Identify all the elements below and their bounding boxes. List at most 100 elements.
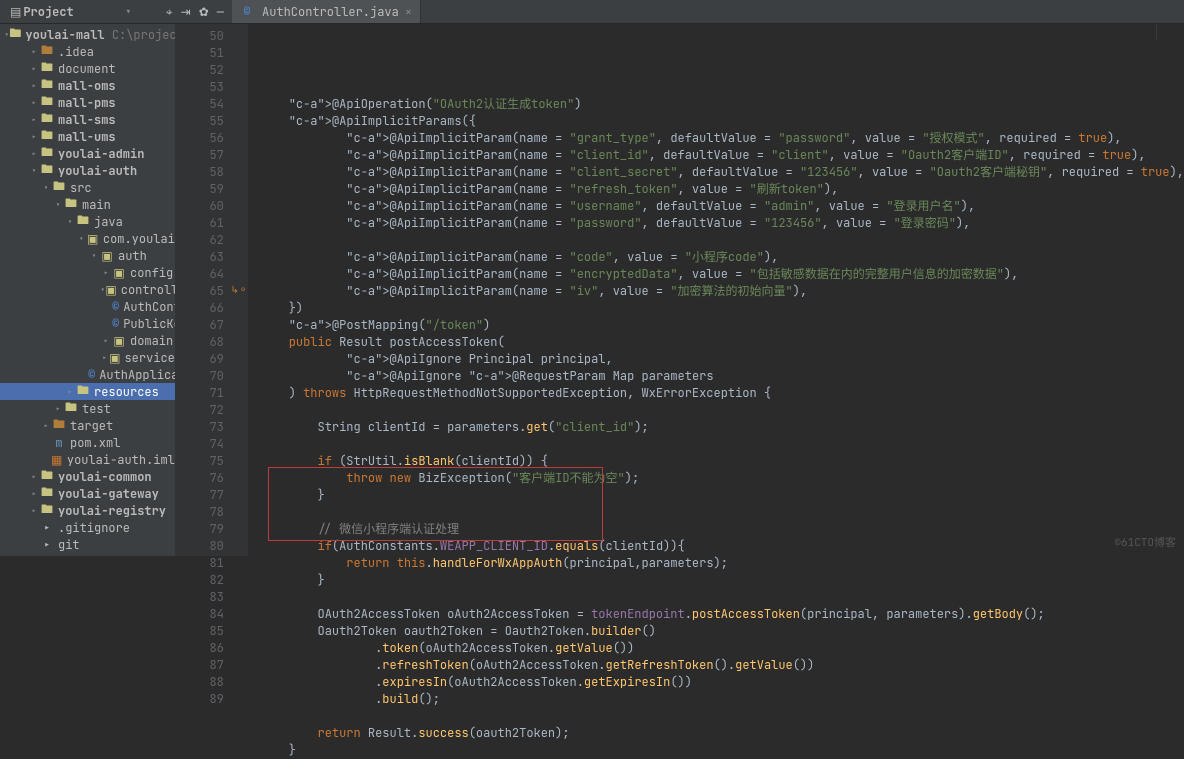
tree-item[interactable]: ▸🖿mall-pms bbox=[0, 94, 175, 111]
tree-item[interactable]: ▾▣controller bbox=[0, 281, 175, 298]
expand-icon[interactable]: ▾ bbox=[28, 165, 40, 177]
tree-item[interactable]: ▸🖿document bbox=[0, 60, 175, 77]
tree-label: PublicKeyController bbox=[123, 316, 175, 332]
expand-icon[interactable]: ▸ bbox=[28, 46, 40, 58]
expand-icon[interactable]: ▸ bbox=[28, 63, 40, 75]
expand-icon[interactable]: ▸ bbox=[28, 131, 40, 143]
fold-icon: 🖿 bbox=[40, 504, 54, 518]
tree-item[interactable]: ▾🖿youlai-auth bbox=[0, 162, 175, 179]
tree-label: mall-oms bbox=[58, 78, 116, 94]
tree-item[interactable]: m pom.xml bbox=[0, 434, 175, 451]
tree-item[interactable]: © PublicKeyController bbox=[0, 315, 175, 332]
code-editor[interactable]: 5051525354555657585960616263646566676869… bbox=[175, 24, 1184, 556]
fold-icon: 🖿 bbox=[64, 198, 78, 212]
fold-icon: 🖿 bbox=[9, 28, 21, 42]
tree-item[interactable]: ▸🖿mall-ums bbox=[0, 128, 175, 145]
tree-item[interactable]: ©AuthController bbox=[0, 298, 175, 315]
expand-icon[interactable]: ▾ bbox=[88, 250, 100, 262]
fold-icon: 🖿 bbox=[40, 487, 54, 501]
file-icon: ▸ bbox=[40, 538, 54, 552]
tree-label: com.youlai bbox=[103, 231, 175, 247]
expand-icon[interactable]: ▸ bbox=[52, 403, 64, 415]
tree-item[interactable]: ▾🖿src bbox=[0, 179, 175, 196]
tree-item[interactable]: ▦youlai-auth.iml bbox=[0, 451, 175, 468]
expand-icon[interactable]: ▸ bbox=[64, 386, 76, 398]
locate-icon[interactable]: ⌖ bbox=[166, 4, 173, 20]
cls-icon: © bbox=[112, 317, 119, 331]
project-tool-header: ▤ Project ▾ ⌖ ⇥ ✿ — bbox=[0, 0, 232, 23]
tree-item[interactable]: ▸🖿youlai-admin bbox=[0, 145, 175, 162]
tree-item[interactable]: ▸🖿.idea bbox=[0, 43, 175, 60]
collapse-icon[interactable]: ⇥ bbox=[181, 4, 191, 20]
pkg-icon: ▣ bbox=[105, 283, 116, 297]
expand-icon[interactable]: ▾ bbox=[52, 199, 64, 211]
expand-icon[interactable]: ▸ bbox=[28, 114, 40, 126]
pkg-icon: ▣ bbox=[112, 266, 126, 280]
tree-item[interactable]: ▸🖿 target bbox=[0, 417, 175, 434]
pkg-icon: ▣ bbox=[87, 232, 99, 246]
tree-label: mall-sms bbox=[58, 112, 116, 128]
tree-label: youlai-gateway bbox=[58, 486, 159, 502]
expand-icon[interactable]: ▸ bbox=[100, 352, 109, 364]
fold-icon: 🖿 bbox=[40, 113, 54, 127]
file-y-icon: ▦ bbox=[51, 453, 63, 467]
tree-label: AuthApplication bbox=[99, 367, 175, 383]
tree-label: document bbox=[58, 61, 116, 77]
tree-label: test bbox=[82, 401, 111, 417]
gear-icon[interactable]: ✿ bbox=[199, 4, 209, 20]
tree-label: .idea bbox=[58, 44, 94, 60]
expand-icon[interactable]: ▸ bbox=[100, 335, 112, 347]
expand-icon[interactable]: ▾ bbox=[76, 233, 87, 245]
expand-icon[interactable]: ▸ bbox=[28, 80, 40, 92]
tree-item[interactable]: ▸🖿test bbox=[0, 400, 175, 417]
tree-item[interactable]: ▸.gitignore bbox=[0, 519, 175, 536]
file-icon: ▸ bbox=[40, 521, 54, 535]
tree-label: java bbox=[94, 214, 123, 230]
chevron-down-icon[interactable]: ▾ bbox=[125, 4, 132, 20]
tree-item[interactable]: ▸▣domain bbox=[0, 332, 175, 349]
tree-item[interactable]: ▾🖿java bbox=[0, 213, 175, 230]
tree-label: youlai-common bbox=[58, 469, 152, 485]
close-icon[interactable]: × bbox=[405, 4, 412, 20]
tree-label: pom.xml bbox=[70, 435, 120, 451]
fold-icon: 🖿 bbox=[76, 385, 90, 399]
tree-item[interactable]: ▸▣ config bbox=[0, 264, 175, 281]
tree-item[interactable]: ▸🖿resources bbox=[0, 383, 175, 400]
tree-item[interactable]: ▸▣service bbox=[0, 349, 175, 366]
fold-icon: 🖿 bbox=[40, 79, 54, 93]
fold-ex-icon: 🖿 bbox=[52, 419, 66, 433]
expand-icon[interactable]: ▸ bbox=[28, 488, 40, 500]
tree-item[interactable]: ▸🖿 youlai-common bbox=[0, 468, 175, 485]
tree-item[interactable]: ▸🖿youlai-registry bbox=[0, 502, 175, 519]
hide-icon[interactable]: — bbox=[217, 4, 224, 20]
project-tree[interactable]: ▾🖿youlai-mall C:\projects\java\mall\youl… bbox=[0, 24, 175, 556]
class-file-icon: © bbox=[240, 5, 254, 19]
tree-label: youlai-auth bbox=[58, 163, 137, 179]
expand-icon[interactable]: ▾ bbox=[40, 182, 52, 194]
project-icon: ▤ bbox=[10, 4, 21, 20]
expand-icon[interactable]: ▾ bbox=[64, 216, 76, 228]
tree-item[interactable]: ▸git bbox=[0, 536, 175, 553]
fold-icon: 🖿 bbox=[40, 470, 54, 484]
pkg-icon: ▣ bbox=[109, 351, 120, 365]
expand-icon[interactable]: ▸ bbox=[40, 420, 52, 432]
expand-icon[interactable]: ▸ bbox=[28, 471, 40, 483]
code-area[interactable]: "c-a">@ApiOperation("OAuth2认证生成token") "… bbox=[248, 24, 1184, 556]
tab-authcontroller[interactable]: © AuthController.java × bbox=[232, 0, 421, 23]
tree-item[interactable]: ▸🖿 mall-oms bbox=[0, 77, 175, 94]
ruler-line bbox=[1156, 24, 1157, 41]
tree-item[interactable]: ▾🖿youlai-mall C:\projects\java\mall\youl… bbox=[0, 26, 175, 43]
tree-item[interactable]: ▾▣auth bbox=[0, 247, 175, 264]
tree-label: target bbox=[70, 418, 113, 434]
file-m-icon: m bbox=[52, 436, 66, 450]
expand-icon[interactable]: ▸ bbox=[28, 505, 40, 517]
expand-icon[interactable]: ▸ bbox=[100, 267, 112, 279]
expand-icon[interactable]: ▸ bbox=[28, 148, 40, 160]
tree-item[interactable]: ▸🖿 youlai-gateway bbox=[0, 485, 175, 502]
tree-item[interactable]: ▸🖿 mall-sms bbox=[0, 111, 175, 128]
tree-label: mall-ums bbox=[58, 129, 116, 145]
tree-item[interactable]: ▾▣ com.youlai bbox=[0, 230, 175, 247]
expand-icon[interactable]: ▸ bbox=[28, 97, 40, 109]
tree-label: controller bbox=[121, 282, 175, 298]
tree-label: config bbox=[130, 265, 173, 281]
